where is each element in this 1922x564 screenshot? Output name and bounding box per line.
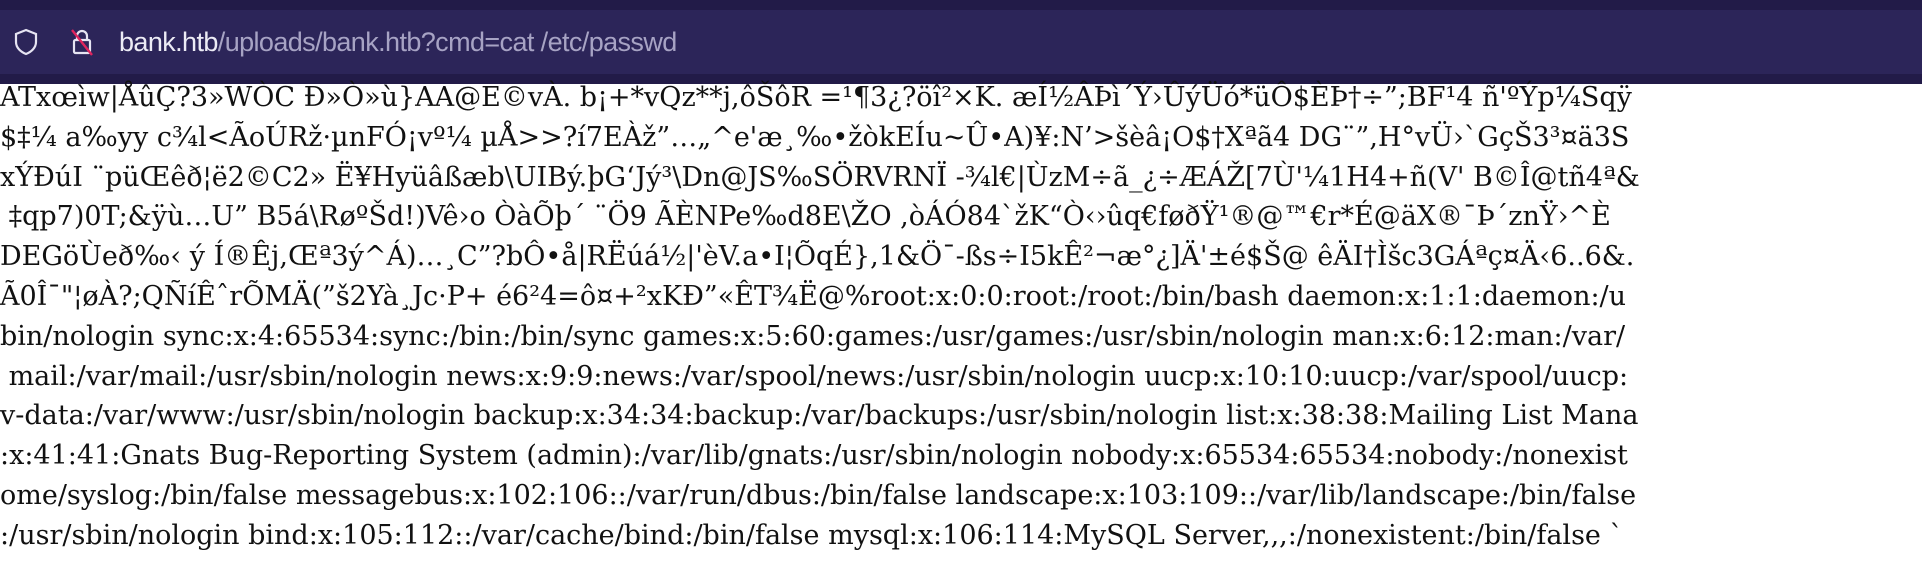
output-line: v-data:/var/www:/usr/sbin/nologin backup… bbox=[0, 400, 1639, 432]
output-line: DEGöÙeð‰‹ ý Í®Êj,Œª3ý^Á)…¸C”?bÔ•å|RËúá½|… bbox=[0, 241, 1635, 273]
address-bar[interactable]: bank.htb/uploads/bank.htb?cmd=cat /etc/p… bbox=[0, 10, 1922, 74]
output-line: $‡¼ a‰yy c¾l<ÃoÚRž·µnFÓ¡vº¼ µÅ>>?í7EÀž”…… bbox=[0, 121, 1630, 153]
page-body: ATxœìw|ÅûÇ?3»WÒC Đ»Ò»ù}AA@E©vÀ. b¡+*vQz*… bbox=[0, 80, 1922, 564]
output-line: :/usr/sbin/nologin bind:x:105:112::/var/… bbox=[0, 519, 1623, 551]
output-line: ATxœìw|ÅûÇ?3»WÒC Đ»Ò»ù}AA@E©vÀ. b¡+*vQz*… bbox=[0, 82, 1632, 113]
shield-icon[interactable] bbox=[10, 26, 42, 58]
output-line: bin/nologin sync:x:4:65534:sync:/bin:/bi… bbox=[0, 320, 1626, 352]
output-line: ome/syslog:/bin/false messagebus:x:102:1… bbox=[0, 479, 1637, 511]
url-path: /uploads/bank.htb?cmd=cat /etc/passwd bbox=[217, 27, 677, 57]
output-line: xÝÐúI ¨püŒêð¦ë2©C2» Ë¥Hyüâßæb\UIBý.þG‘Jý… bbox=[0, 161, 1640, 193]
url-text[interactable]: bank.htb/uploads/bank.htb?cmd=cat /etc/p… bbox=[119, 23, 677, 61]
url-host: bank.htb bbox=[119, 27, 218, 57]
insecure-lock-icon[interactable] bbox=[66, 26, 98, 58]
browser-toolbar: bank.htb/uploads/bank.htb?cmd=cat /etc/p… bbox=[0, 0, 1922, 84]
output-line: mail:/var/mail:/usr/sbin/nologin news:x:… bbox=[0, 360, 1629, 392]
output-line: :x:41:41:Gnats Bug-Reporting System (adm… bbox=[0, 440, 1628, 472]
output-line: Ã0Î¯"¦øÀ?;QÑíÊˆrÕMÄ(”š2Yà¸Jc·P+ é6²4=ô¤+… bbox=[0, 280, 1627, 312]
output-line: ‡qp7)0T;&ÿù…U” B5á\RøºŠd!)Vê›o ÒàÕþ´ ¨Ö9… bbox=[0, 201, 1611, 233]
